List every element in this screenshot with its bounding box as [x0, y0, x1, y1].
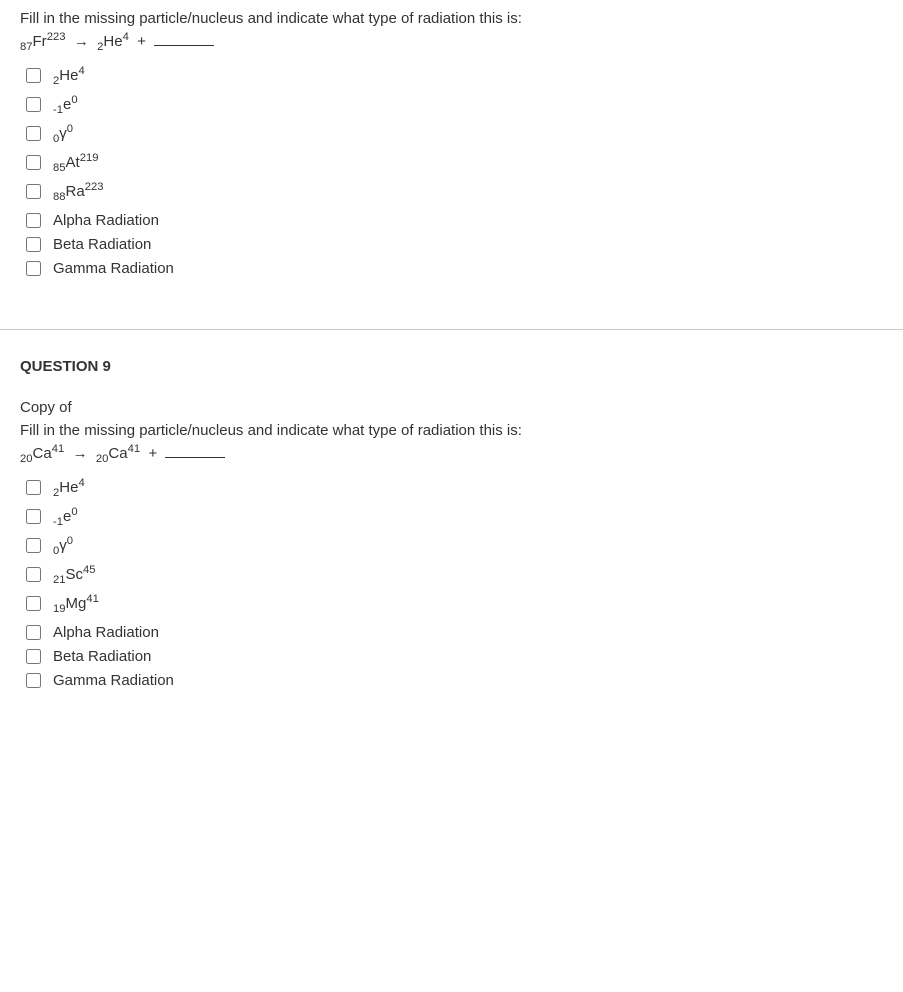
- option-label: 0γ0: [53, 126, 73, 141]
- eq-rhs1-sup: 41: [128, 443, 141, 455]
- option-label: 0γ0: [53, 538, 73, 553]
- option-row: -1e0: [20, 97, 883, 112]
- option-row: 85At219: [20, 155, 883, 170]
- option-checkbox[interactable]: [26, 649, 41, 664]
- option-label: Beta Radiation: [53, 649, 151, 664]
- option-row: 88Ra223: [20, 184, 883, 199]
- equation: 20Ca41 → 20Ca41 +: [20, 445, 883, 462]
- option-row: 0γ0: [20, 126, 883, 141]
- eq-rhs1-sup: 4: [123, 31, 129, 43]
- option-label: -1e0: [53, 97, 78, 112]
- eq-rhs1-sym: He: [103, 33, 122, 50]
- copy-of-label: Copy of: [20, 399, 883, 416]
- option-label: Alpha Radiation: [53, 625, 159, 640]
- option-row: 2He4: [20, 68, 883, 83]
- eq-lhs-sup: 41: [52, 443, 65, 455]
- option-row: 19Mg41: [20, 596, 883, 611]
- option-label: Gamma Radiation: [53, 261, 174, 276]
- option-row: -1e0: [20, 509, 883, 524]
- option-label: Beta Radiation: [53, 237, 151, 252]
- question-heading: QUESTION 9: [20, 358, 883, 375]
- option-label: 88Ra223: [53, 184, 103, 199]
- blank: [154, 45, 214, 46]
- option-row: Beta Radiation: [20, 237, 883, 252]
- option-label: 85At219: [53, 155, 98, 170]
- option-checkbox[interactable]: [26, 68, 41, 83]
- option-checkbox[interactable]: [26, 213, 41, 228]
- option-checkbox[interactable]: [26, 567, 41, 582]
- option-row: Alpha Radiation: [20, 625, 883, 640]
- option-checkbox[interactable]: [26, 184, 41, 199]
- option-checkbox[interactable]: [26, 480, 41, 495]
- eq-lhs-sub: 87: [20, 41, 33, 53]
- option-checkbox[interactable]: [26, 673, 41, 688]
- option-checkbox[interactable]: [26, 509, 41, 524]
- option-checkbox[interactable]: [26, 237, 41, 252]
- option-label: 2He4: [53, 68, 85, 83]
- option-label: 21Sc45: [53, 567, 96, 582]
- option-checkbox[interactable]: [26, 261, 41, 276]
- question-prompt: Fill in the missing particle/nucleus and…: [20, 422, 883, 439]
- option-row: Alpha Radiation: [20, 213, 883, 228]
- question-8-block: Fill in the missing particle/nucleus and…: [0, 0, 903, 305]
- arrow: →: [73, 445, 88, 462]
- eq-rhs1-sub: 20: [96, 453, 109, 465]
- option-label: -1e0: [53, 509, 78, 524]
- option-row: Gamma Radiation: [20, 673, 883, 688]
- question-prompt: Fill in the missing particle/nucleus and…: [20, 10, 883, 27]
- eq-lhs-sym: Ca: [33, 445, 52, 462]
- option-checkbox[interactable]: [26, 97, 41, 112]
- eq-lhs-sup: 223: [47, 31, 66, 43]
- option-label: 2He4: [53, 480, 85, 495]
- option-checkbox[interactable]: [26, 538, 41, 553]
- arrow: →: [74, 33, 89, 50]
- option-row: Beta Radiation: [20, 649, 883, 664]
- option-row: 21Sc45: [20, 567, 883, 582]
- option-checkbox[interactable]: [26, 155, 41, 170]
- eq-lhs-sub: 20: [20, 453, 33, 465]
- option-row: 2He4: [20, 480, 883, 495]
- option-checkbox[interactable]: [26, 596, 41, 611]
- option-row: Gamma Radiation: [20, 261, 883, 276]
- blank: [165, 457, 225, 458]
- eq-rhs1-sym: Ca: [108, 445, 127, 462]
- plus: +: [148, 445, 157, 462]
- option-checkbox[interactable]: [26, 625, 41, 640]
- plus: +: [137, 33, 146, 50]
- equation: 87Fr223 → 2He4 +: [20, 33, 883, 50]
- option-label: 19Mg41: [53, 596, 99, 611]
- option-checkbox[interactable]: [26, 126, 41, 141]
- question-9-block: QUESTION 9 Copy of Fill in the missing p…: [0, 330, 903, 717]
- option-label: Gamma Radiation: [53, 673, 174, 688]
- option-row: 0γ0: [20, 538, 883, 553]
- option-label: Alpha Radiation: [53, 213, 159, 228]
- eq-lhs-sym: Fr: [33, 33, 47, 50]
